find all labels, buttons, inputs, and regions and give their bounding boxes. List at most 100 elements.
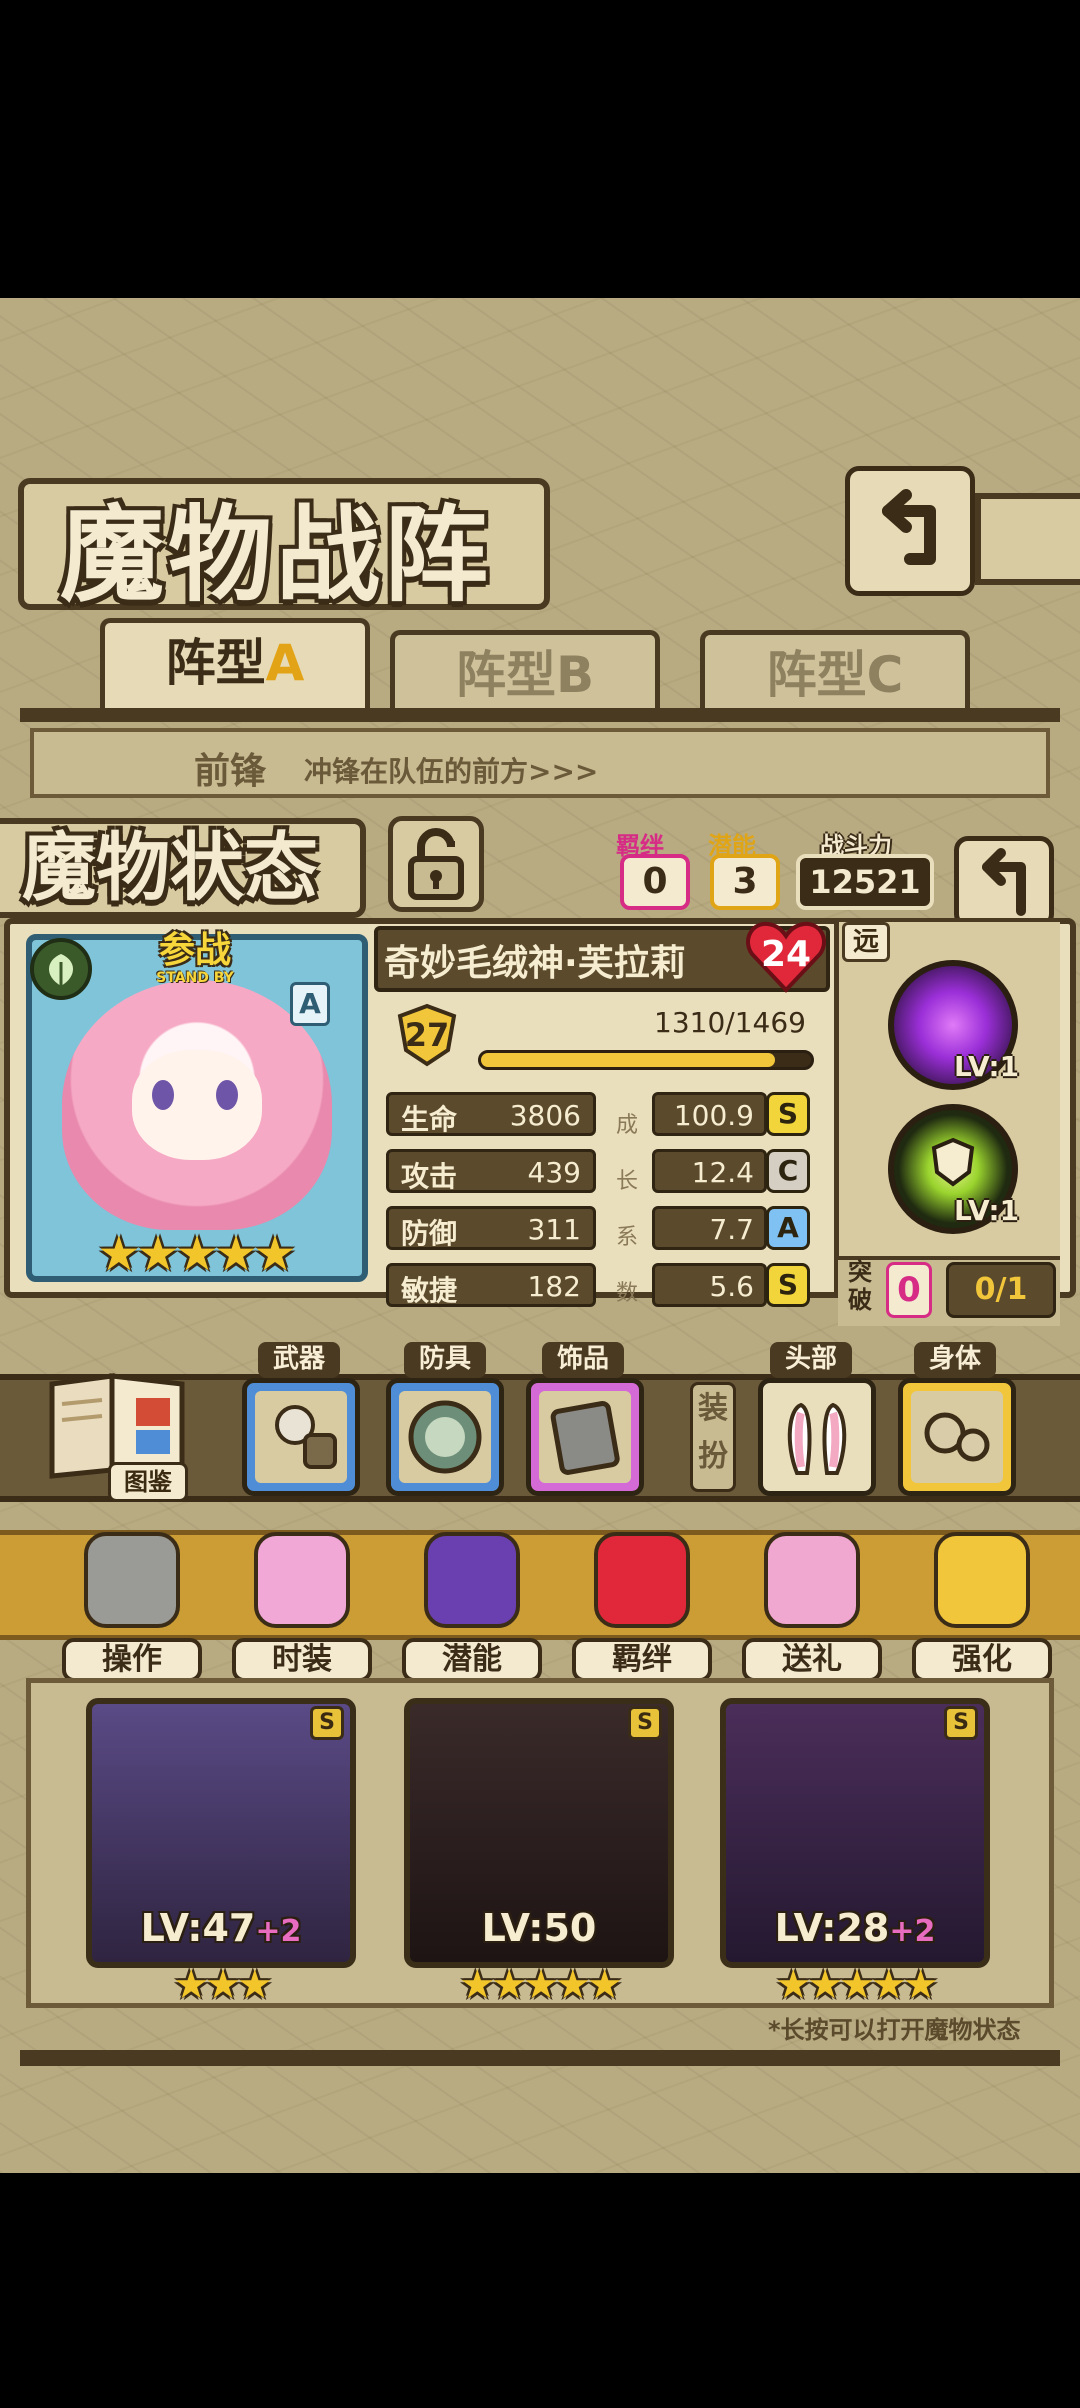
rank-badge: A bbox=[290, 982, 330, 1026]
weapon-slot[interactable] bbox=[242, 1378, 360, 1496]
stat-value: 439 bbox=[527, 1156, 581, 1189]
action-potential-button[interactable]: 潜能 bbox=[402, 1532, 542, 1682]
action-label: 送礼 bbox=[742, 1638, 882, 1682]
tab-formation-c[interactable]: 阵型C bbox=[700, 630, 970, 720]
unlock-icon bbox=[408, 828, 464, 900]
action-operation-button[interactable]: 操作 bbox=[62, 1532, 202, 1682]
accessory-label: 饰品 bbox=[542, 1342, 624, 1378]
head-slot[interactable] bbox=[758, 1378, 876, 1496]
team-card-0[interactable]: S LV:47+2 bbox=[86, 1698, 356, 1968]
codex-book-button[interactable]: 图鉴 bbox=[42, 1364, 192, 1504]
return-button[interactable] bbox=[845, 466, 975, 596]
growth-value: 12.4 bbox=[691, 1156, 754, 1189]
power-value: 12521 bbox=[796, 854, 934, 910]
card-level: LV:47+2 bbox=[140, 1906, 302, 1950]
leaf-icon bbox=[48, 954, 74, 986]
stat-label: 生命 bbox=[401, 1103, 458, 1136]
tab-rail bbox=[20, 708, 1060, 722]
footer-hint: *长按可以打开魔物状态 bbox=[768, 2016, 1021, 2044]
eye-left bbox=[152, 1080, 174, 1110]
gears-icon bbox=[911, 1391, 1003, 1483]
growth-value: 100.9 bbox=[673, 1099, 754, 1132]
status-title: 魔物状态 bbox=[22, 825, 318, 911]
accessory-slot[interactable] bbox=[526, 1378, 644, 1496]
weapon-label: 武器 bbox=[258, 1342, 340, 1378]
stat-growth-1: 12.4 bbox=[652, 1149, 767, 1193]
heart-badge: 24 bbox=[744, 918, 828, 996]
rank-badge: S bbox=[628, 1706, 662, 1740]
back-arrow-icon bbox=[982, 848, 1026, 916]
body-slot[interactable] bbox=[898, 1378, 1016, 1496]
breakthrough-value: 0 bbox=[886, 1262, 932, 1318]
action-label: 操作 bbox=[62, 1638, 202, 1682]
skill-2[interactable]: LV:1 bbox=[888, 1104, 1019, 1234]
action-label: 潜能 bbox=[402, 1638, 542, 1682]
stone-tablet-icon bbox=[539, 1391, 631, 1483]
action-enhance-button[interactable]: 强化 bbox=[912, 1532, 1052, 1682]
stat-grade-0: S bbox=[766, 1092, 810, 1136]
card-level: LV:28+2 bbox=[774, 1906, 936, 1950]
round-shield-icon bbox=[399, 1391, 491, 1483]
stat-label: 敏捷 bbox=[401, 1274, 458, 1307]
team-card-2[interactable]: S LV:28+2 bbox=[720, 1698, 990, 1968]
element-leaf-badge bbox=[30, 938, 92, 1000]
tab-formation-a[interactable]: 阵型A bbox=[100, 618, 370, 708]
exp-text: 1310/1469 bbox=[654, 1006, 806, 1039]
team-card-stars-1: ★★★★★ bbox=[459, 1962, 622, 2008]
body-label: 身体 bbox=[914, 1342, 996, 1378]
action-label: 强化 bbox=[912, 1638, 1052, 1682]
action-label: 时装 bbox=[232, 1638, 372, 1682]
growth-value: 5.6 bbox=[709, 1270, 754, 1303]
growth-value: 7.7 bbox=[709, 1213, 754, 1246]
bond-icon bbox=[594, 1532, 690, 1628]
portrait-stars: ★★★★★ bbox=[97, 1226, 296, 1282]
screen-title: 魔物战阵 bbox=[60, 493, 493, 616]
bunny-ears-icon bbox=[787, 1402, 847, 1475]
rank-badge: S bbox=[310, 1706, 344, 1740]
stat-2: 防御 311 bbox=[386, 1206, 596, 1250]
stat-grade-2: A bbox=[766, 1206, 810, 1250]
head-label: 头部 bbox=[770, 1342, 852, 1378]
stat-growth-2: 7.7 bbox=[652, 1206, 767, 1250]
codex-label: 图鉴 bbox=[108, 1462, 188, 1502]
formation-hint: 前锋 冲锋在队伍的前方>>> bbox=[30, 728, 1050, 798]
action-label: 羁绊 bbox=[572, 1638, 712, 1682]
team-card-1[interactable]: S LV:50 bbox=[404, 1698, 674, 1968]
armor-label: 防具 bbox=[404, 1342, 486, 1378]
action-costume-button[interactable]: 时装 bbox=[232, 1532, 372, 1682]
growth-vertical-label: 成长系数 bbox=[615, 1113, 638, 1306]
lock-button[interactable] bbox=[388, 816, 484, 912]
tab-formation-b[interactable]: 阵型B bbox=[390, 630, 660, 720]
stat-grade-1: C bbox=[766, 1149, 810, 1193]
stat-0: 生命 3806 bbox=[386, 1092, 596, 1136]
action-bond-button[interactable]: 羁绊 bbox=[572, 1532, 712, 1682]
exp-bar-fill bbox=[481, 1053, 776, 1067]
stat-label: 防御 bbox=[401, 1217, 458, 1250]
skill-1[interactable]: LV:1 bbox=[888, 960, 1019, 1090]
return-arrow-icon bbox=[882, 489, 936, 565]
breakthrough-label: 突破 bbox=[848, 1258, 872, 1314]
exp-bar bbox=[478, 1050, 814, 1070]
level-shield: 27 bbox=[394, 1002, 460, 1068]
gift-icon bbox=[764, 1532, 860, 1628]
stat-grade-3: S bbox=[766, 1263, 810, 1307]
stat-value: 182 bbox=[527, 1270, 581, 1303]
stat-growth-0: 100.9 bbox=[652, 1092, 767, 1136]
bond-value: 0 bbox=[620, 854, 690, 910]
character-name: 奇妙毛绒神·芙拉莉 bbox=[384, 943, 686, 984]
costume-icon bbox=[254, 1532, 350, 1628]
status-back-button[interactable] bbox=[954, 836, 1054, 928]
eye-right bbox=[216, 1080, 238, 1110]
footer-rail bbox=[20, 2050, 1060, 2066]
rank-badge: S bbox=[944, 1706, 978, 1740]
character-face bbox=[132, 1050, 262, 1160]
stat-3: 敏捷 182 bbox=[386, 1263, 596, 1307]
stat-1: 攻击 439 bbox=[386, 1149, 596, 1193]
action-gift-button[interactable]: 送礼 bbox=[742, 1532, 882, 1682]
armor-slot[interactable] bbox=[386, 1378, 504, 1496]
dress-label: 装扮 bbox=[690, 1382, 736, 1492]
team-card-stars-0: ★★★ bbox=[173, 1962, 273, 2008]
stat-growth-3: 5.6 bbox=[652, 1263, 767, 1307]
stat-label: 攻击 bbox=[401, 1160, 458, 1193]
game-screen: 魔物战阵 阵型A 阵型B 阵型C 前锋 冲锋在队伍的前方>>> 魔物状态 羁绊 … bbox=[0, 298, 1080, 2173]
